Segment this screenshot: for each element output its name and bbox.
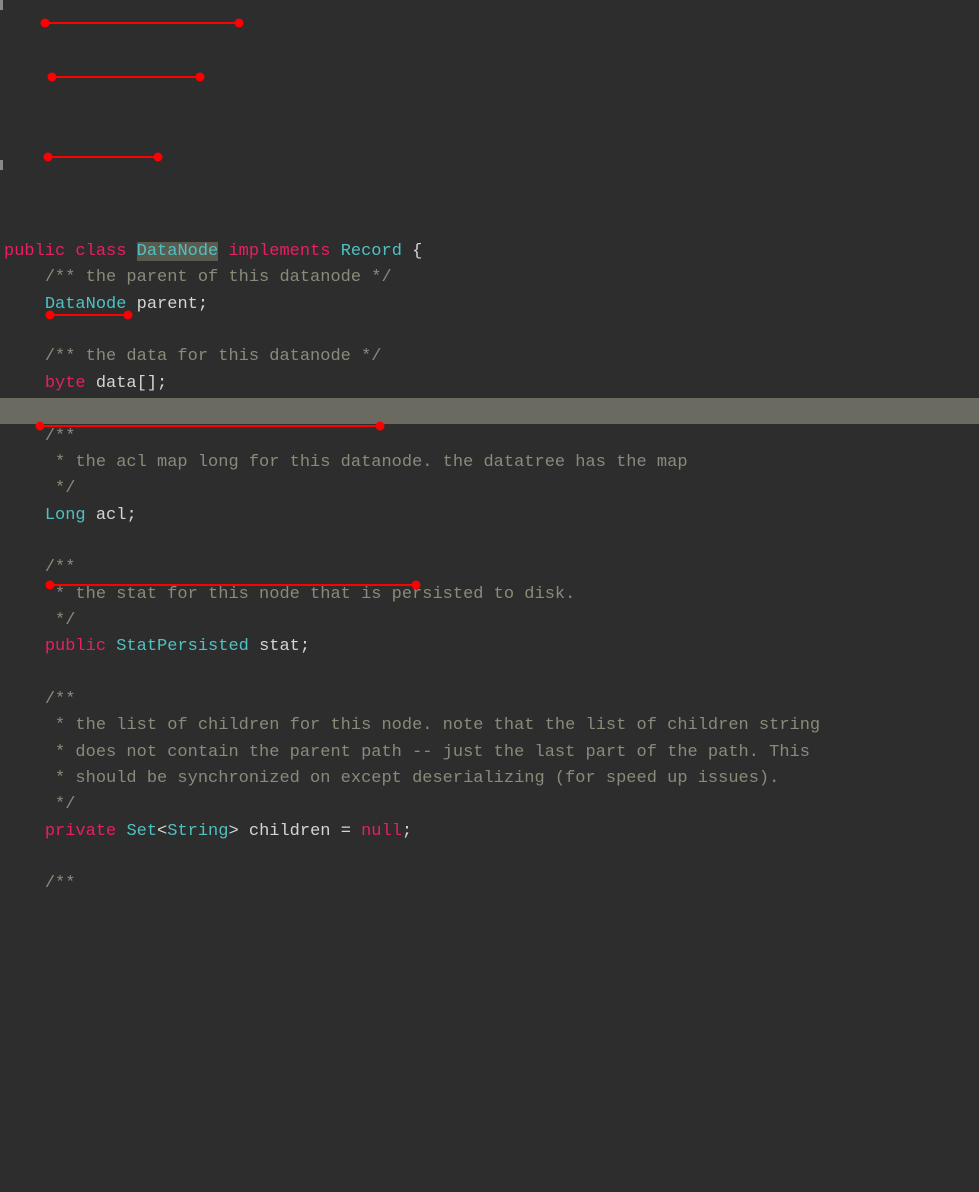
annotation-dot — [412, 581, 421, 590]
annotation-dot — [46, 311, 55, 320]
keyword-class: class — [75, 242, 126, 261]
annotation-dot — [36, 422, 45, 431]
keyword-public: public — [4, 242, 65, 261]
field-data: data — [96, 374, 137, 393]
comment-end: */ — [45, 795, 76, 814]
null-literal: null — [361, 822, 402, 841]
type-datanode: DataNode — [45, 295, 127, 314]
type-set: Set — [126, 822, 157, 841]
type-byte: byte — [45, 374, 86, 393]
annotation-dot — [376, 422, 385, 431]
comment-start: /** — [45, 874, 76, 893]
gutter-mark — [0, 160, 3, 170]
annotation-dot — [154, 153, 163, 162]
comment-line: /** the parent of this datanode */ — [45, 268, 392, 287]
comment-line: * the list of children for this node. no… — [45, 716, 820, 735]
comment-line: * the acl map long for this datanode. th… — [45, 453, 688, 472]
brace-open: { — [412, 242, 422, 261]
keyword-private: private — [45, 822, 116, 841]
comment-start: /** — [45, 690, 76, 709]
annotation-dot — [48, 73, 57, 82]
code-editor-content[interactable]: public class DataNode implements Record … — [4, 239, 979, 898]
annotation-dot — [124, 311, 133, 320]
field-stat: stat — [259, 637, 300, 656]
comment-line: * does not contain the parent path -- ju… — [45, 743, 810, 762]
annotation-underline — [50, 314, 128, 316]
comment-start: /** — [45, 427, 76, 446]
comment-line: * the stat for this node that is persist… — [45, 585, 576, 604]
annotation-underline — [52, 76, 200, 78]
type-long: Long — [45, 506, 86, 525]
annotation-underline — [45, 22, 239, 24]
field-parent: parent — [137, 295, 198, 314]
type-statpersisted: StatPersisted — [116, 637, 249, 656]
annotation-dot — [46, 581, 55, 590]
comment-start: /** — [45, 558, 76, 577]
annotation-dot — [44, 153, 53, 162]
type-string: String — [167, 822, 228, 841]
gutter-mark — [0, 0, 3, 10]
comment-end: */ — [45, 611, 76, 630]
comment-end: */ — [45, 479, 76, 498]
field-children: children — [249, 822, 331, 841]
field-acl: acl — [96, 506, 127, 525]
annotation-underline — [40, 425, 380, 427]
class-name-selected: DataNode — [137, 242, 219, 261]
type-record: Record — [341, 242, 402, 261]
annotation-dot — [196, 73, 205, 82]
annotation-underline — [48, 156, 158, 158]
annotation-dot — [235, 19, 244, 28]
keyword-implements: implements — [228, 242, 330, 261]
annotation-dot — [41, 19, 50, 28]
comment-line: * should be synchronized on except deser… — [45, 769, 780, 788]
annotation-underline — [50, 584, 416, 586]
keyword-public: public — [45, 637, 106, 656]
comment-line: /** the data for this datanode */ — [45, 347, 382, 366]
